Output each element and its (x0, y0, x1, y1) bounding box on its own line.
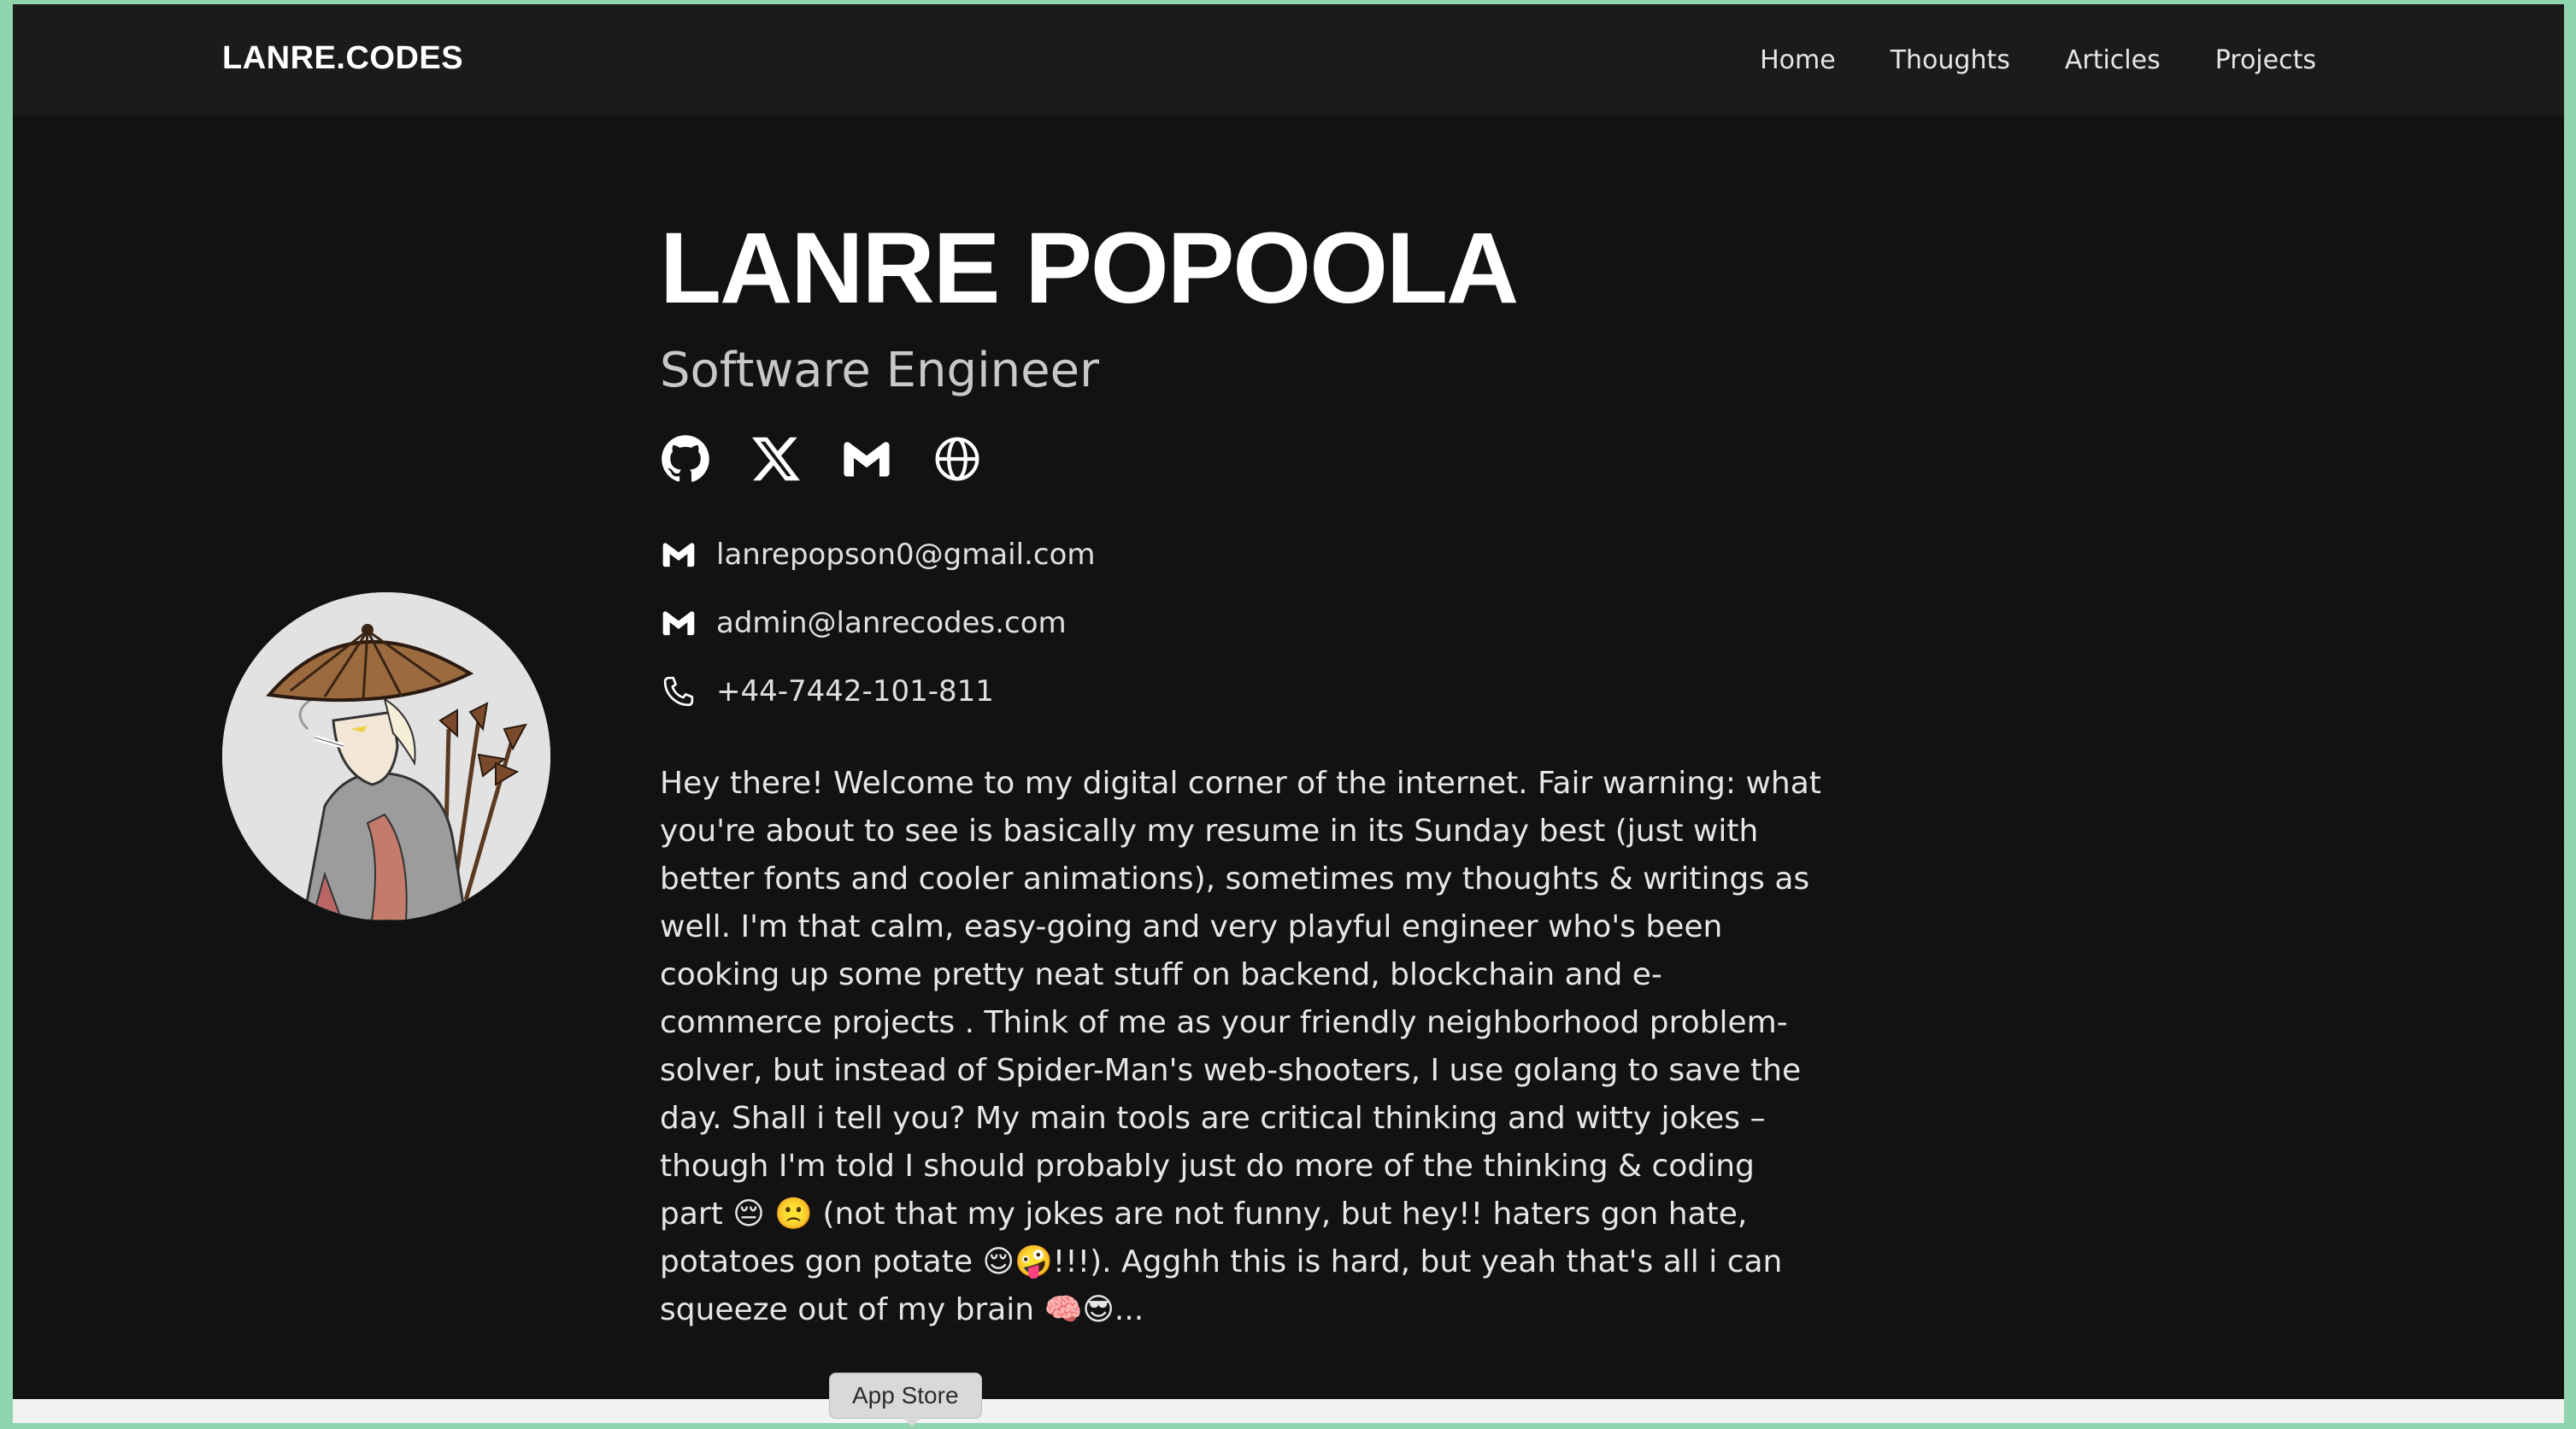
profile-title: Software Engineer (660, 343, 1100, 398)
social-links (660, 433, 1822, 485)
contact-phone-text: +44-7442-101-811 (716, 673, 994, 709)
nav-link-home[interactable]: Home (1760, 45, 1836, 75)
gmail-icon (844, 441, 890, 477)
nav-links: Home Thoughts Articles Projects (1760, 45, 2316, 75)
bio-paragraph: Hey there! Welcome to my digital corner … (660, 765, 1821, 1327)
phone-icon (660, 673, 697, 710)
profile-content: LANRE POPOOLA Software Engineer lanrepop… (660, 218, 1822, 1334)
contact-list: lanrepopson0@gmail.com admin@lanrecodes.… (660, 520, 1822, 726)
nav-link-projects[interactable]: Projects (2215, 45, 2316, 75)
globe-icon (935, 437, 979, 481)
contact-phone[interactable]: +44-7442-101-811 (660, 657, 1822, 726)
site-logo[interactable]: LANRE.CODES (222, 40, 463, 77)
github-icon (662, 434, 709, 482)
github-link[interactable] (660, 433, 711, 485)
nav-link-articles[interactable]: Articles (2065, 45, 2161, 75)
top-navbar: LANRE.CODES Home Thoughts Articles Proje… (13, 4, 2564, 115)
nav-link-thoughts[interactable]: Thoughts (1891, 45, 2010, 75)
contact-email-personal[interactable]: lanrepopson0@gmail.com (660, 520, 1822, 589)
x-icon (752, 437, 800, 480)
profile-name: LANRE POPOOLA (660, 212, 1519, 325)
dock-tooltip: App Store (829, 1373, 982, 1426)
x-link[interactable] (750, 433, 802, 485)
contact-email-text: lanrepopson0@gmail.com (716, 537, 1096, 572)
contact-email-admin[interactable]: admin@lanrecodes.com (660, 589, 1822, 657)
browser-window: LANRE.CODES Home Thoughts Articles Proje… (13, 4, 2564, 1399)
gmail-icon (660, 604, 697, 642)
gmail-link[interactable] (841, 433, 892, 485)
window-bottom-bar (13, 1399, 2564, 1423)
anime-avatar-illustration (222, 592, 550, 920)
gmail-icon (660, 536, 697, 573)
website-link[interactable] (932, 433, 983, 485)
profile-avatar (222, 592, 550, 920)
contact-email-text: admin@lanrecodes.com (716, 605, 1067, 640)
